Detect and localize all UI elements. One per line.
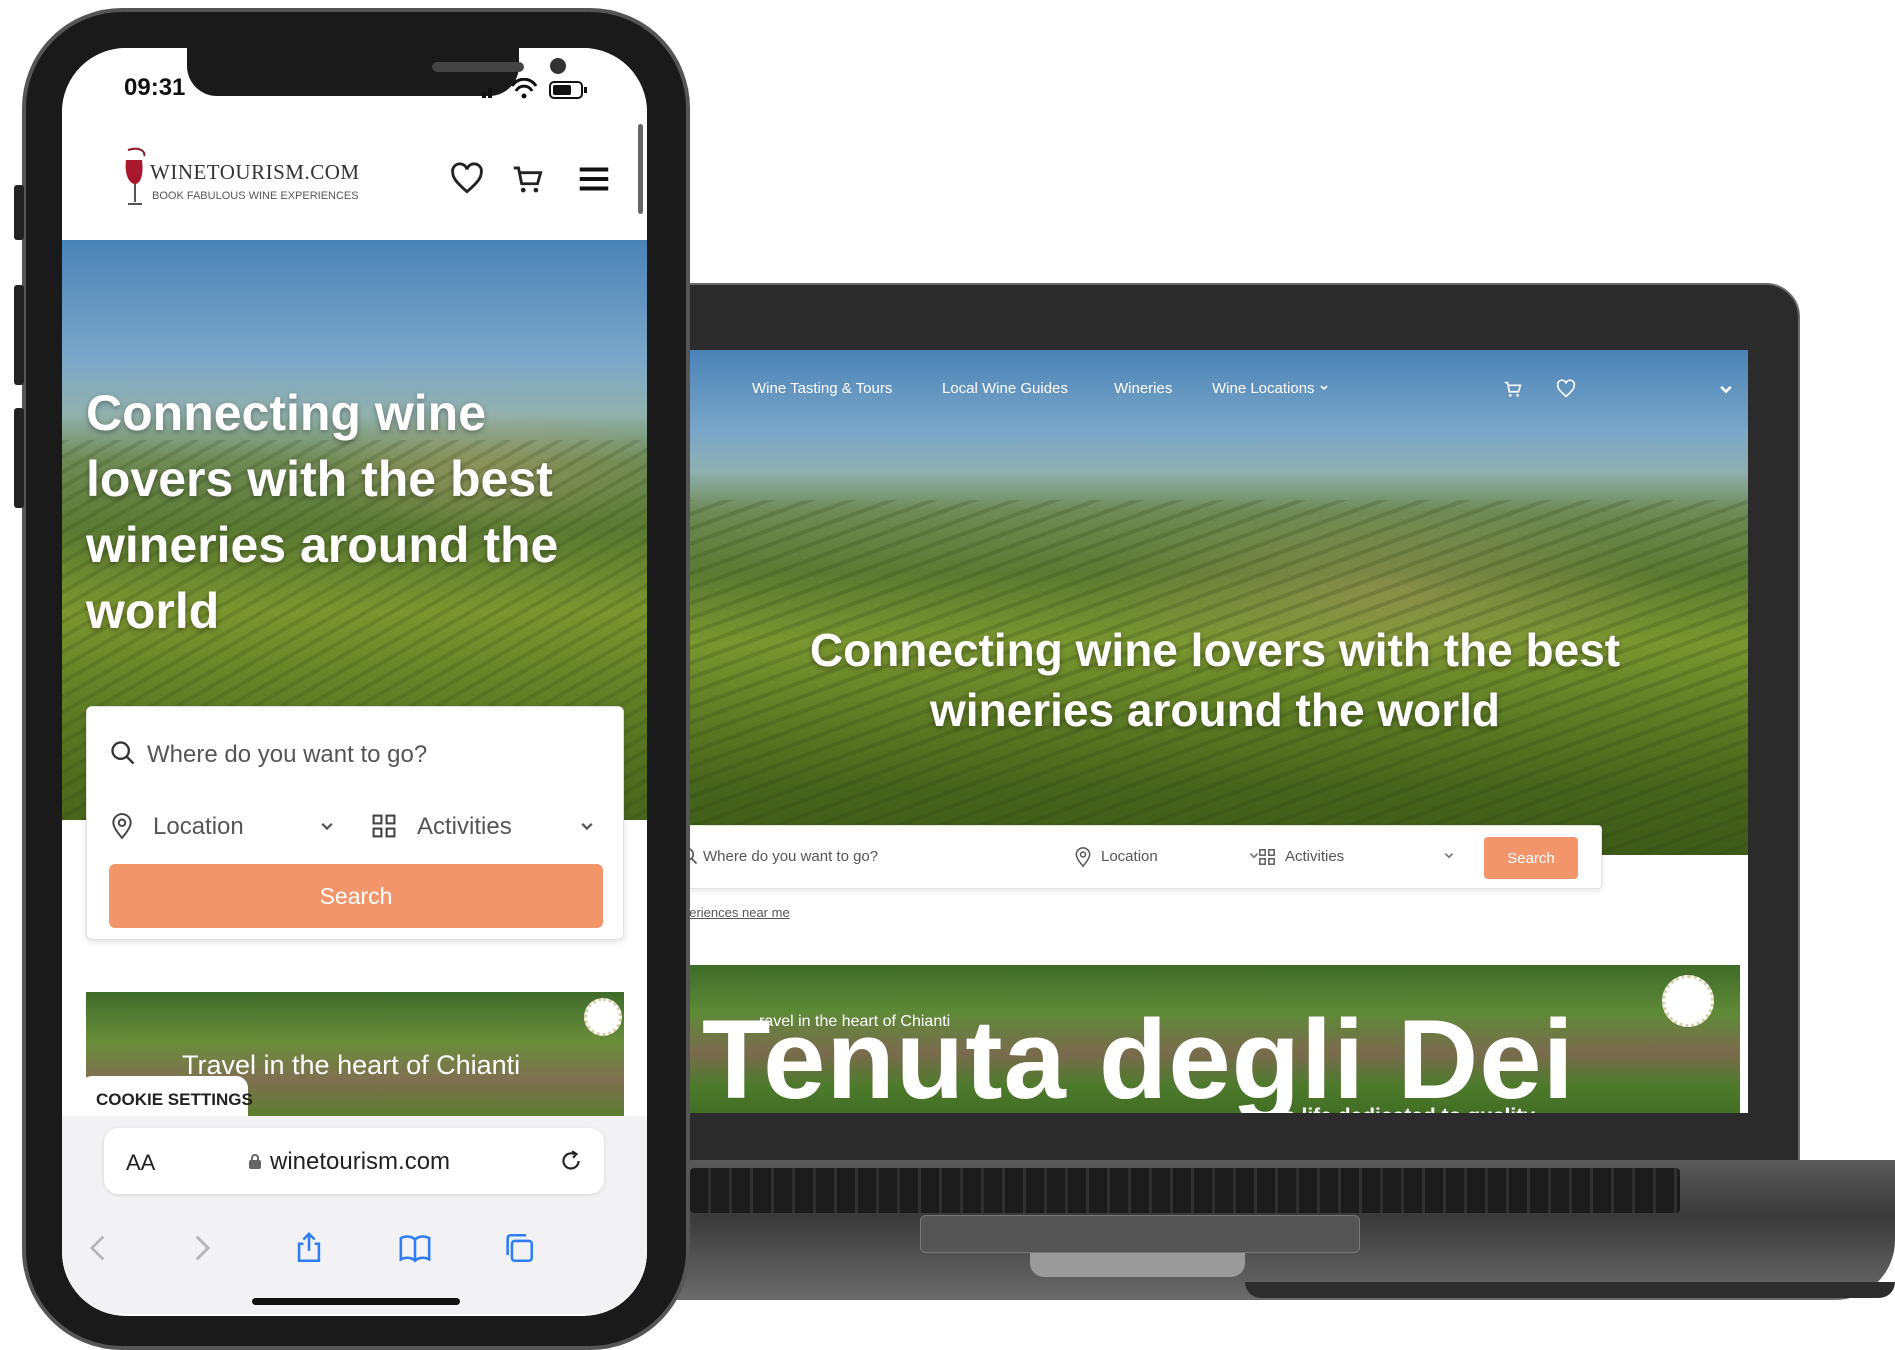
share-icon[interactable] — [292, 1231, 326, 1265]
phone-side-button — [14, 285, 24, 385]
wifi-icon — [510, 78, 538, 99]
battery-icon — [549, 81, 587, 99]
forward-icon[interactable] — [184, 1231, 218, 1265]
nav-item-wineries[interactable]: Wineries — [1114, 380, 1172, 397]
reload-icon[interactable] — [558, 1148, 584, 1174]
chevron-down-icon — [1444, 853, 1454, 859]
signal-icon — [482, 88, 492, 98]
mobile-location-select[interactable]: Location — [153, 813, 244, 841]
phone-camera — [550, 58, 566, 74]
location-pin-icon — [1075, 847, 1091, 868]
desktop-hero-title: Connecting wine lovers with the best win… — [809, 624, 1621, 736]
url-text: winetourism.com — [270, 1148, 451, 1175]
nav-item-wine-locations-label: Wine Locations — [1212, 380, 1315, 397]
desktop-search-input[interactable]: Where do you want to go? — [703, 848, 878, 865]
cart-icon[interactable] — [509, 160, 547, 198]
desktop-location-select[interactable]: Location — [1101, 848, 1158, 865]
laptop-trackpad — [920, 1215, 1360, 1253]
phone-side-button — [14, 185, 24, 240]
desktop-search-button[interactable]: Search — [1484, 837, 1578, 879]
device-mockup-stage: Wine Tasting & Tours Local Wine Guides W… — [0, 0, 1895, 1350]
logo-tagline: BOOK FABULOUS WINE EXPERIENCES — [152, 190, 359, 202]
nav-item-wine-locations[interactable]: Wine Locations — [1212, 380, 1329, 397]
card-logo-icon — [584, 998, 622, 1036]
desktop-hero: Wine Tasting & Tours Local Wine Guides W… — [682, 350, 1748, 855]
banner-tagline: a life dedicated to quality — [1284, 1105, 1535, 1113]
safari-bottom-bar: AA winetourism.com — [62, 1116, 647, 1314]
laptop-base-notch — [1030, 1253, 1245, 1277]
back-icon[interactable] — [82, 1231, 116, 1265]
mobile-search-input[interactable]: Where do you want to go? — [147, 741, 427, 769]
location-pin-icon — [112, 813, 132, 840]
scrollbar[interactable] — [638, 124, 643, 214]
grid-icon — [1259, 849, 1275, 865]
heart-icon[interactable] — [1555, 378, 1577, 400]
mobile-search-button[interactable]: Search — [109, 864, 603, 928]
logo-name[interactable]: WINETOURISM.COM — [150, 160, 360, 185]
lock-icon — [249, 1154, 261, 1169]
home-indicator — [252, 1298, 460, 1305]
address-bar[interactable]: AA winetourism.com — [104, 1128, 604, 1194]
bookmarks-icon[interactable] — [398, 1231, 432, 1265]
cookie-settings-tab[interactable]: COOKIE SETTINGS — [80, 1076, 253, 1121]
grid-icon — [372, 814, 396, 838]
chevron-down-icon — [581, 823, 593, 831]
chevron-down-icon[interactable] — [1718, 382, 1734, 398]
mobile-hero-title: Connecting wine lovers with the best win… — [86, 385, 559, 639]
cart-icon[interactable] — [1502, 378, 1524, 400]
chevron-down-icon — [1320, 385, 1328, 391]
nav-item-local-wine-guides[interactable]: Local Wine Guides — [942, 380, 1068, 397]
hamburger-menu-icon[interactable] — [575, 160, 613, 198]
nav-item-wine-tasting-tours[interactable]: Wine Tasting & Tours — [752, 380, 892, 397]
desktop-search-bar: Where do you want to go? Location Activi… — [682, 825, 1602, 889]
desktop-website: Wine Tasting & Tours Local Wine Guides W… — [682, 350, 1748, 1113]
desktop-activities-select[interactable]: Activities — [1285, 848, 1344, 865]
laptop-base-lip — [1245, 1282, 1895, 1298]
status-icons — [482, 78, 587, 99]
banner-subtitle: ravel in the heart of Chianti — [759, 1013, 951, 1030]
tabs-icon[interactable] — [502, 1231, 536, 1265]
wine-glass-logo-icon — [125, 147, 146, 205]
mobile-search-card: Where do you want to go? Location Activi… — [86, 706, 624, 940]
experiences-near-me-link[interactable]: periences near me — [682, 905, 790, 920]
phone-notch — [187, 48, 566, 96]
search-icon — [111, 741, 135, 765]
desktop-nav: Wine Tasting & Tours Local Wine Guides W… — [682, 350, 1748, 430]
phone-speaker — [432, 62, 524, 72]
mobile-activities-select[interactable]: Activities — [417, 813, 512, 841]
status-time: 09:31 — [124, 74, 186, 101]
mobile-website: Connecting wine lovers with the best win… — [62, 48, 647, 1316]
banner-logo-icon — [1662, 975, 1714, 1027]
laptop-keyboard — [690, 1168, 1680, 1213]
heart-icon[interactable] — [448, 160, 486, 198]
text-size-button[interactable]: AA — [126, 1150, 155, 1176]
phone-side-button — [14, 408, 24, 508]
tenuta-banner[interactable]: Tenuta degli Dei ravel in the heart of C… — [682, 965, 1740, 1113]
chevron-down-icon — [321, 823, 333, 831]
